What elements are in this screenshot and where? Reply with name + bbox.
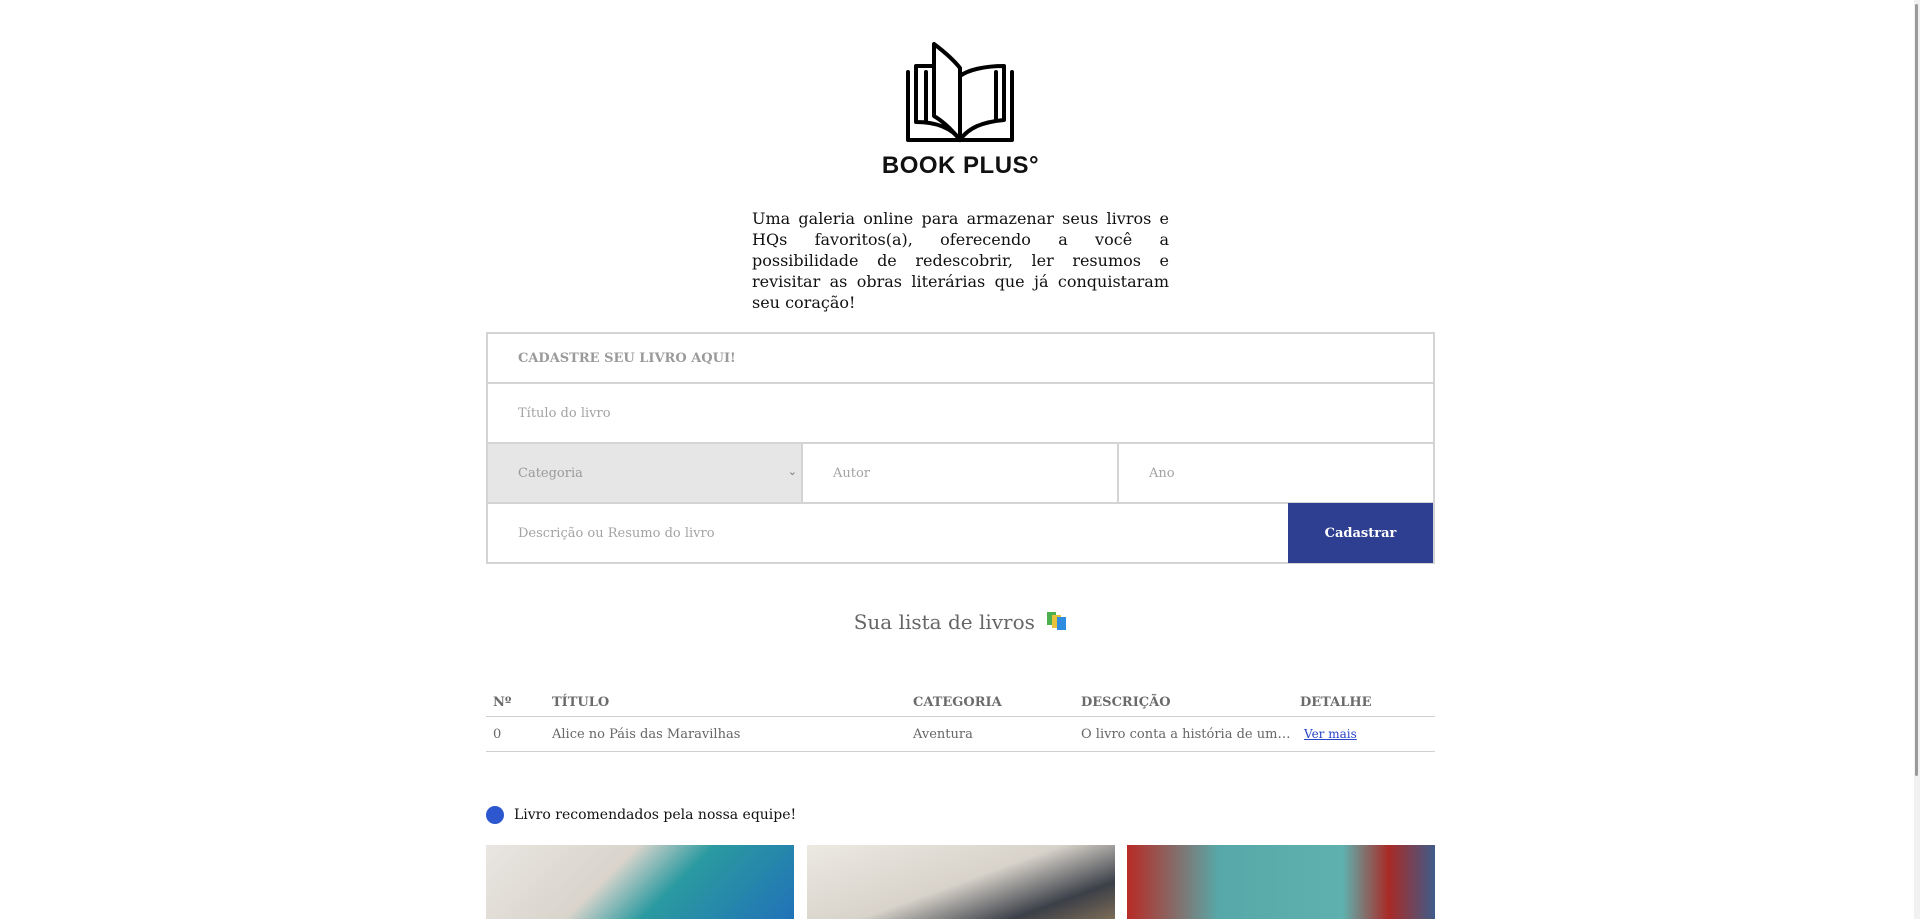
page-scrollbar[interactable] [1914,0,1920,919]
book-card-image[interactable] [486,845,794,919]
brand-name: BOOK PLUS° [881,152,1040,179]
list-title-text: Sua lista de livros [853,610,1035,634]
book-card-image[interactable] [1127,845,1435,919]
title-input[interactable]: Título do livro [488,384,1433,442]
column-header-description: DESCRIÇÃO [1074,689,1293,717]
form-heading: CADASTRE SEU LIVRO AQUI! [488,334,1433,384]
recommended-heading: Livro recomendados pela nossa equipe! [486,806,796,824]
column-header-detail: DETALHE [1293,689,1435,717]
books-icon [1047,612,1067,630]
row-detail: Ver mais [1293,716,1435,752]
column-header-title: TÍTULO [545,689,906,717]
chevron-down-icon: ⌄ [787,465,797,478]
row-category: Aventura [906,716,1074,752]
intro-text: Uma galeria online para armazenar seus l… [752,209,1169,312]
list-title: Sua lista de livros [486,610,1435,634]
recommended-cards [486,845,1435,919]
see-more-link[interactable]: Ver mais [1304,727,1357,741]
table-header-row: Nº TÍTULO CATEGORIA DESCRIÇÃO DETALHE [486,689,1435,717]
row-number: 0 [486,716,545,752]
column-header-number: Nº [486,689,545,717]
year-input[interactable]: Ano [1119,444,1433,502]
column-header-category: CATEGORIA [906,689,1074,717]
scrollbar-thumb[interactable] [1915,4,1918,776]
table-row: 0 Alice no Páis das Maravilhas Aventura … [486,716,1435,752]
category-select[interactable]: Categoria ⌄ [488,444,803,502]
submit-button[interactable]: Cadastrar [1288,503,1433,563]
description-input[interactable]: Descrição ou Resumo do livro [488,504,1288,562]
category-select-value: Categoria [518,465,583,481]
recommended-dot-icon [486,806,504,824]
recommended-label: Livro recomendados pela nossa equipe! [514,807,797,823]
book-card-image[interactable] [807,845,1115,919]
book-form: CADASTRE SEU LIVRO AQUI! Título do livro… [486,332,1435,564]
row-description: O livro conta a história de uma... [1074,716,1293,752]
books-table: Nº TÍTULO CATEGORIA DESCRIÇÃO DETALHE 0 … [486,689,1435,752]
open-book-icon [906,42,1014,142]
author-input[interactable]: Autor [803,444,1119,502]
row-title: Alice no Páis das Maravilhas [545,716,906,752]
